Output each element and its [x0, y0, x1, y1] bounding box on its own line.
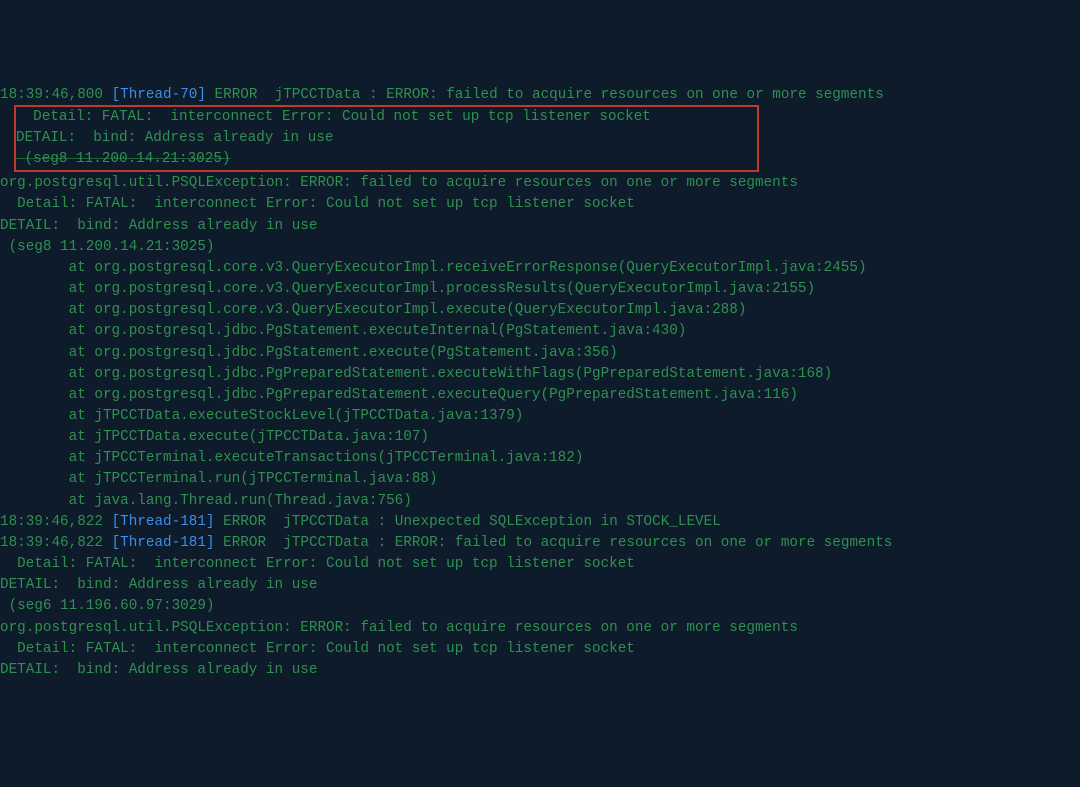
stack-frame: at org.postgresql.jdbc.PgPreparedStateme… [0, 364, 1080, 385]
log-line-error-header: 18:39:46,822 [Thread-181] ERROR jTPCCTDa… [0, 512, 1080, 533]
log-line-error-header: 18:39:46,800 [Thread-70] ERROR jTPCCTDat… [0, 85, 1080, 106]
stack-frame: at org.postgresql.core.v3.QueryExecutorI… [0, 279, 1080, 300]
highlighted-error-box: Detail: FATAL: interconnect Error: Could… [14, 105, 759, 172]
log-line-detail-bind: DETAIL: bind: Address already in use [16, 128, 753, 149]
stack-frame: at org.postgresql.jdbc.PgStatement.execu… [0, 343, 1080, 364]
thread-id: [Thread-181] [112, 535, 215, 551]
stack-frame: at org.postgresql.core.v3.QueryExecutorI… [0, 300, 1080, 321]
stack-frame: at jTPCCTData.execute(jTPCCTData.java:10… [0, 427, 1080, 448]
stack-frame: at jTPCCTData.executeStockLevel(jTPCCTDa… [0, 406, 1080, 427]
log-line-error-header: 18:39:46,822 [Thread-181] ERROR jTPCCTDa… [0, 533, 1080, 554]
log-line-detail-fatal: Detail: FATAL: interconnect Error: Could… [0, 554, 1080, 575]
log-line-detail-bind: DETAIL: bind: Address already in use [0, 575, 1080, 596]
stack-frame: at org.postgresql.jdbc.PgPreparedStateme… [0, 385, 1080, 406]
log-line-segment: (seg6 11.196.60.97:3029) [0, 596, 1080, 617]
log-line-detail-fatal: Detail: FATAL: interconnect Error: Could… [0, 639, 1080, 660]
thread-id: [Thread-181] [112, 514, 215, 530]
stack-frame: at org.postgresql.jdbc.PgStatement.execu… [0, 321, 1080, 342]
log-line-detail-bind: DETAIL: bind: Address already in use [0, 216, 1080, 237]
log-line-exception: org.postgresql.util.PSQLException: ERROR… [0, 618, 1080, 639]
thread-id: [Thread-70] [112, 87, 206, 103]
stack-frame: at jTPCCTerminal.executeTransactions(jTP… [0, 448, 1080, 469]
stack-frame: at jTPCCTerminal.run(jTPCCTerminal.java:… [0, 469, 1080, 490]
log-line-segment: (seg8 11.200.14.21:3025) [0, 237, 1080, 258]
log-line-exception: org.postgresql.util.PSQLException: ERROR… [0, 173, 1080, 194]
stack-frame: at org.postgresql.core.v3.QueryExecutorI… [0, 258, 1080, 279]
stack-frame: at java.lang.Thread.run(Thread.java:756) [0, 491, 1080, 512]
log-line-detail-fatal: Detail: FATAL: interconnect Error: Could… [16, 107, 753, 128]
log-line-detail-fatal: Detail: FATAL: interconnect Error: Could… [0, 194, 1080, 215]
log-line-segment: (seg8 11.200.14.21:3025) [16, 149, 753, 170]
log-line-detail-bind: DETAIL: bind: Address already in use [0, 660, 1080, 681]
terminal-log: 18:39:46,800 [Thread-70] ERROR jTPCCTDat… [0, 85, 1080, 681]
